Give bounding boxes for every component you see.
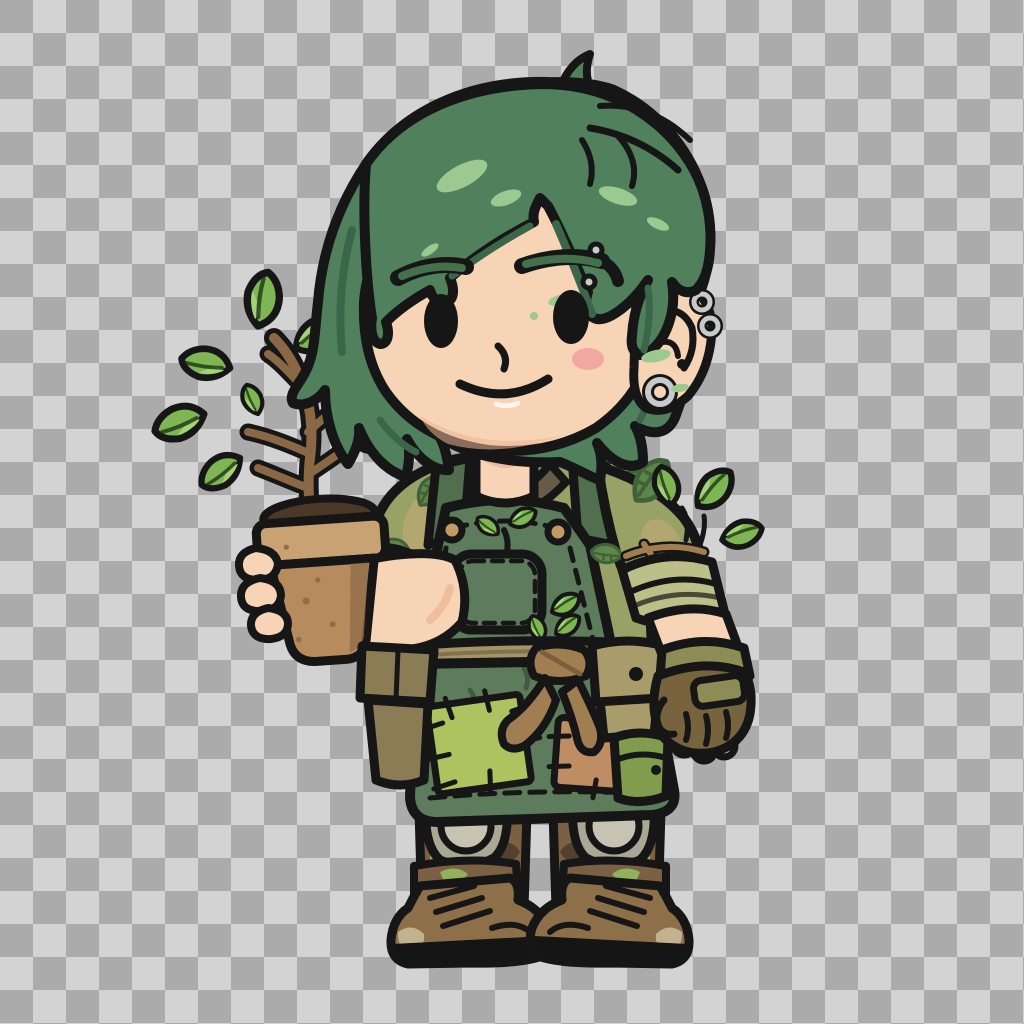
lip-shine <box>496 403 518 406</box>
head <box>292 54 718 503</box>
eyebrow-stud <box>590 244 602 256</box>
pouch-dot <box>651 765 661 775</box>
strap-button-right <box>548 522 568 542</box>
left-eye <box>424 294 458 348</box>
glove-knuckle-pad <box>692 675 745 708</box>
right-eye <box>553 290 589 344</box>
left-pouch <box>360 646 434 785</box>
ear-stud <box>677 359 687 369</box>
transparency-checkerboard-background: Chibi gardener character on transparent … <box>0 0 1024 1024</box>
strap-button-left <box>442 520 462 540</box>
eyebrow-stud <box>583 276 595 288</box>
green-pouch <box>614 733 668 802</box>
character-illustration <box>0 0 1024 1024</box>
pouch-button <box>629 667 643 681</box>
cheek-blush <box>572 348 604 370</box>
gripping-fingers <box>239 548 288 639</box>
fingerless-glove <box>654 641 751 761</box>
